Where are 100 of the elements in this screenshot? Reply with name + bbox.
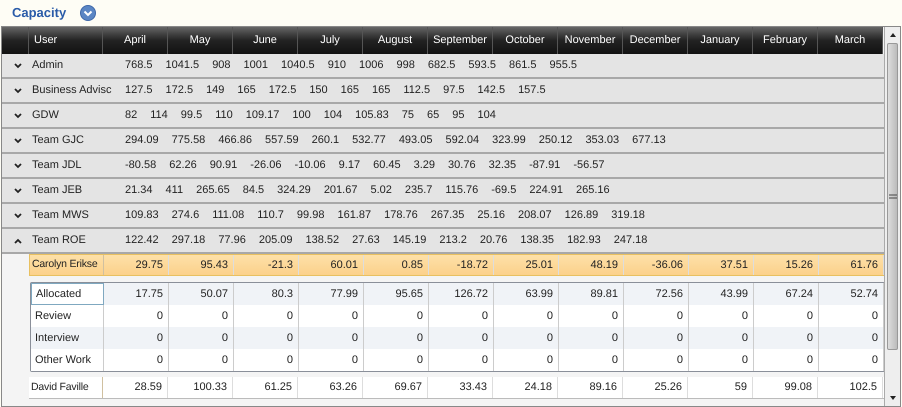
table-cell: 0.85	[364, 255, 429, 275]
column-header[interactable]: User	[29, 27, 103, 54]
table-cell: 0	[364, 349, 429, 371]
table-cell: 0	[234, 349, 299, 371]
table-cell: Carolyn Erikse	[30, 255, 104, 275]
group-row[interactable]: Team ROE 122.42 297.18 77.96 205.09 138.52 27.63 145.19 213.2 20.76 138.35 182.93 247.18	[2, 229, 884, 254]
group-value: 97.5	[443, 83, 465, 98]
group-row[interactable]: Team JDL -80.58 62.26 90.91 -26.06 -10.06 9.17 60.45 3.29 30.76 32.35 -87.91 -56.57	[2, 154, 884, 179]
table-cell: 0	[494, 349, 559, 371]
column-header[interactable]: January	[688, 27, 753, 54]
chevron-down-icon[interactable]	[14, 188, 22, 194]
column-header[interactable]: July	[298, 27, 363, 54]
group-value: 955.5	[549, 58, 578, 74]
chevron-down-icon[interactable]	[14, 212, 22, 218]
table-cell: 69.67	[363, 377, 428, 398]
group-value: 172.5	[268, 83, 296, 98]
table-cell[interactable]: Other Work	[31, 349, 104, 371]
table-cell: 15.26	[754, 255, 819, 275]
column-header[interactable]: October	[493, 27, 558, 54]
column-header[interactable]: September	[428, 27, 493, 54]
column-header[interactable]: December	[623, 27, 688, 54]
table-cell: 37.51	[689, 255, 754, 275]
group-value: 65	[427, 108, 440, 124]
table-cell: 63.26	[298, 377, 363, 398]
table-cell: 0	[624, 349, 689, 371]
table-cell: 61.25	[233, 377, 298, 398]
group-value: 126.89	[564, 208, 598, 224]
group-value: 1040.5	[281, 58, 315, 74]
group-value: 95	[452, 108, 465, 124]
group-row[interactable]: GDW 82 114 99.5 110 109.17 100 104 105.83 75 65 95 104	[2, 104, 884, 129]
column-header[interactable]: February	[753, 27, 818, 54]
column-header[interactable]: November	[558, 27, 623, 54]
group-value: 265.65	[196, 183, 230, 198]
group-row[interactable]: Admin 768.5 1041.5 908 1001 1040.5 910 1006 998 682.5 593.5 861.5 955.5	[2, 54, 884, 79]
group-value: 768.5	[125, 58, 153, 74]
group-value: 201.67	[324, 183, 358, 198]
group-value: 30.76	[448, 158, 476, 174]
group-row[interactable]: Team GJC 294.09 775.58 466.86 557.59 260.1 532.77 493.05 592.04 323.99 250.12 353.03 677.13	[2, 129, 884, 154]
group-value: 466.86	[218, 133, 252, 148]
group-row[interactable]: Team MWS 109.83 274.6 111.08 110.7 99.98 161.87 178.76 267.35 25.16 208.07 126.89 319.18	[2, 204, 884, 229]
group-value: -10.06	[294, 158, 326, 174]
group-value: 165	[237, 83, 256, 98]
group-value: 20.76	[480, 233, 508, 248]
group-value: 1041.5	[166, 58, 200, 74]
group-value: 62.26	[169, 158, 197, 174]
group-value: 775.58	[172, 133, 206, 148]
chevron-down-icon[interactable]	[14, 162, 22, 168]
table-cell: 0	[559, 349, 624, 371]
group-value: 213.2	[439, 233, 467, 248]
chevron-down-icon[interactable]	[14, 112, 22, 118]
chevron-up-icon[interactable]	[14, 238, 22, 244]
group-value: 110.7	[257, 208, 284, 224]
group-value: 247.18	[614, 233, 648, 248]
group-value: 110	[215, 108, 233, 124]
group-value: 267.35	[430, 208, 464, 224]
group-value: 557.59	[264, 133, 299, 148]
table-cell: 100.33	[168, 377, 233, 398]
table-cell: 89.16	[558, 377, 623, 398]
group-value: 127.5	[125, 83, 153, 98]
table-cell: 28.59	[103, 377, 168, 398]
group-value: 493.05	[398, 133, 432, 148]
table-cell[interactable]: Allocated	[31, 283, 104, 305]
scroll-thumb[interactable]	[887, 43, 898, 350]
group-name: Team JEB	[31, 183, 84, 198]
member-row[interactable]: Carolyn Erikse 29.75 95.43 -21.3 60.01 0.85 -18.72 25.01 48.19 -36.06 37.51 15.26 61.76	[29, 254, 884, 276]
group-value: 677.13	[632, 133, 666, 148]
group-value: 165	[372, 83, 390, 98]
column-header[interactable]: June	[233, 27, 298, 54]
group-row[interactable]: Business Advisc 127.5 172.5 149 165 172.5 150 165 165 112.5 97.5 142.5 157.5	[2, 79, 884, 104]
group-name: Team JDL	[31, 158, 83, 174]
member-row[interactable]: David Faville 28.59 100.33 61.25 63.26 69.67 33.43 24.18 89.16 25.26 59 99.08 102.5	[29, 377, 884, 399]
group-value: -80.58	[125, 158, 156, 174]
column-header[interactable]: August	[363, 27, 428, 54]
chevron-down-icon[interactable]	[14, 138, 22, 144]
group-value: 104	[324, 108, 342, 124]
table-cell: David Faville	[29, 377, 103, 398]
table-cell: 99.08	[753, 377, 818, 398]
group-value: 142.5	[478, 83, 506, 98]
group-value: 32.35	[488, 158, 516, 174]
group-value: 114	[150, 108, 168, 124]
table-cell: 60.01	[299, 255, 364, 275]
column-header[interactable]: May	[168, 27, 233, 54]
group-value: 908	[212, 58, 231, 74]
group-value: 157.5	[518, 83, 546, 98]
group-row[interactable]: Team JEB 21.34 411 265.65 84.5 324.29 201.67 5.02 235.7 115.76 -69.5 224.91 265.16	[2, 179, 884, 204]
scrollbar[interactable]	[884, 27, 900, 406]
group-value: 138.52	[306, 233, 340, 248]
chevron-down-icon[interactable]	[14, 88, 22, 94]
chevron-circle-icon[interactable]	[80, 5, 96, 21]
table-cell: 25.26	[623, 377, 688, 398]
group-value: 323.99	[492, 133, 526, 148]
group-value: 411	[166, 183, 184, 198]
group-name: Team ROE	[31, 233, 87, 248]
group-value: 250.12	[538, 133, 572, 148]
table-cell: -36.06	[624, 255, 689, 275]
group-value: 150	[309, 83, 328, 98]
column-header[interactable]: March	[818, 27, 883, 54]
table-cell: 95.43	[169, 255, 234, 275]
chevron-down-icon[interactable]	[14, 62, 22, 68]
column-header[interactable]: April	[103, 27, 168, 54]
